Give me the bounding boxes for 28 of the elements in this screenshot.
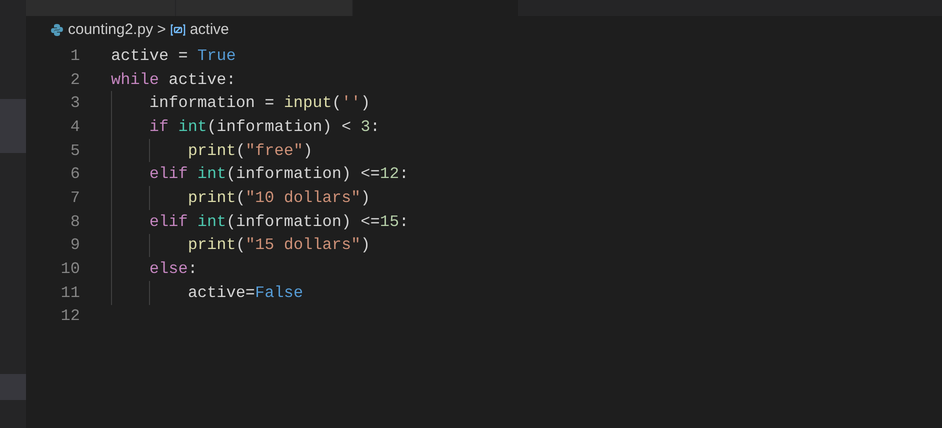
- line-number: 6: [69, 164, 80, 186]
- code-line: print("15 dollars"): [186, 235, 370, 256]
- code-line: information = input(''): [148, 93, 370, 114]
- line-number: 11: [60, 282, 80, 304]
- line-number: 9: [69, 235, 80, 256]
- code-line: elif int(information) <=12:: [148, 164, 409, 186]
- variable-symbol-icon: [170, 23, 186, 37]
- line-number: 5: [69, 140, 80, 162]
- line-number: 7: [69, 188, 80, 209]
- line-number: 8: [69, 212, 80, 233]
- code-line: if int(information) < 3:: [148, 116, 380, 138]
- line-number: 4: [69, 116, 80, 138]
- code-line: else:: [148, 259, 198, 280]
- line-number: 3: [69, 93, 80, 114]
- breadcrumb-separator: >: [157, 20, 166, 40]
- code-line: active=False: [186, 282, 304, 304]
- python-file-icon: [50, 23, 64, 37]
- code-line: print("10 dollars"): [186, 188, 370, 209]
- breadcrumb-file[interactable]: counting2.py: [68, 18, 154, 42]
- line-number: 2: [69, 70, 80, 91]
- code-line: while active:: [111, 70, 236, 91]
- line-number: 10: [60, 259, 80, 280]
- breadcrumb-symbol[interactable]: active: [190, 18, 230, 42]
- line-number: 1: [69, 46, 80, 67]
- line-number: 12: [60, 306, 80, 328]
- code-line: active = True: [111, 46, 236, 67]
- code-line: print("free"): [186, 140, 313, 162]
- code-line: elif int(information) <=15:: [148, 212, 409, 233]
